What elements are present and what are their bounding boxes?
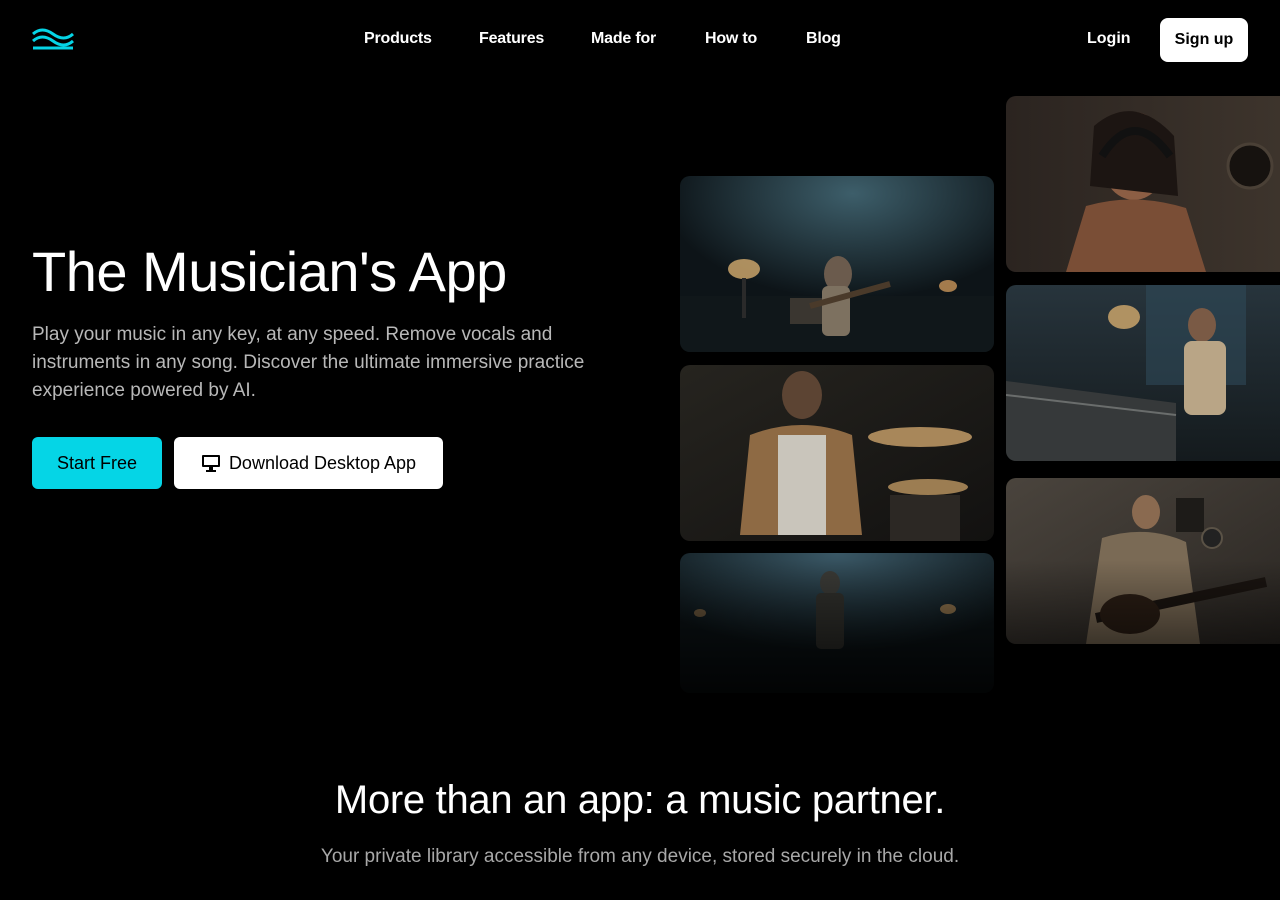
section-title: More than an app: a music partner.: [334, 778, 946, 822]
login-link[interactable]: Login: [1087, 30, 1131, 48]
nav-link-blog[interactable]: Blog: [806, 30, 841, 48]
video-tile-singer: [1006, 96, 1280, 272]
signup-button[interactable]: Sign up: [1160, 18, 1248, 62]
start-free-button[interactable]: Start Free: [32, 437, 162, 489]
download-desktop-label: Download Desktop App: [228, 452, 417, 473]
nav-link-features[interactable]: Features: [479, 30, 544, 48]
hero-title: The Musician's App: [32, 240, 507, 303]
hero-subtitle: Play your music in any key, at any speed…: [32, 324, 585, 401]
tiles-fade-overlay: [680, 560, 1280, 700]
video-tile-pianist: [1006, 285, 1280, 461]
monitor-icon: [201, 455, 220, 472]
video-tile-guitarist-lamps: [680, 176, 994, 352]
section-subtitle: Your private library accessible from any…: [320, 846, 960, 867]
top-nav: Products Features Made for How to Blog L…: [0, 0, 1280, 80]
nav-link-products[interactable]: Products: [364, 30, 432, 48]
video-tile-drummer: [680, 365, 994, 541]
nav-link-how-to[interactable]: How to: [705, 30, 757, 48]
download-desktop-button[interactable]: Download Desktop App: [174, 437, 443, 489]
nav-link-made-for[interactable]: Made for: [591, 30, 656, 48]
